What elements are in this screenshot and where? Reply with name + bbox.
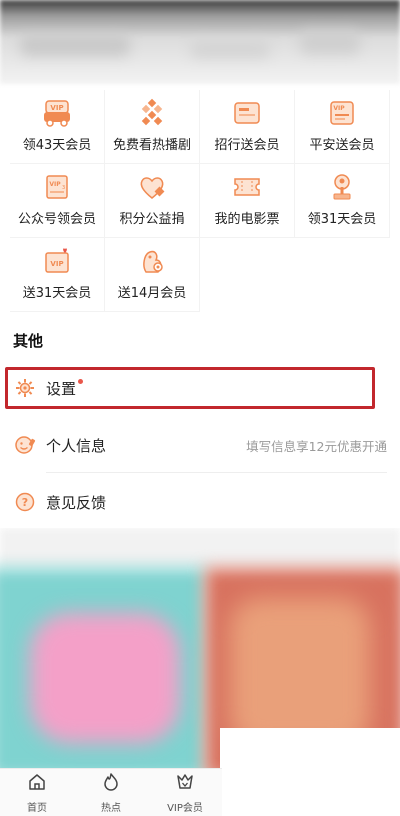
blank-area — [222, 770, 400, 816]
tab-label: VIP会员 — [167, 803, 203, 814]
bottom-tab-bar: 首页 热点 VIP会员 — [0, 768, 222, 816]
flame-icon — [101, 772, 121, 796]
vip-heart-icon: VIP — [40, 246, 74, 276]
tab-label: 首页 — [27, 803, 47, 814]
svg-text:VIP: VIP — [50, 104, 63, 112]
vip-card-icon: VIP — [325, 98, 359, 128]
benefit-item[interactable]: 免费看热播剧 — [105, 90, 200, 164]
benefit-item[interactable]: VIP 送31天会员 — [10, 238, 105, 312]
diamond-pattern-icon — [135, 98, 169, 128]
benefit-item[interactable]: 招行送会员 — [200, 90, 295, 164]
profile-face-icon — [14, 434, 36, 456]
svg-text:VIP: VIP — [50, 260, 63, 268]
page: VIP 领43天会员 免费看热播剧 招行送会员 VIP 平安送会员 VIP 3 … — [0, 0, 400, 816]
benefit-item[interactable]: VIP 3 公众号领会员 — [10, 164, 105, 238]
empty-cell — [295, 238, 390, 312]
benefit-item[interactable]: 积分公益捐 — [105, 164, 200, 238]
highlight-box — [5, 367, 375, 409]
svg-text:VIP: VIP — [49, 181, 61, 188]
blurred-content — [0, 528, 400, 770]
divider — [46, 472, 387, 473]
gift-tree-icon — [325, 172, 359, 202]
benefit-item[interactable]: 送14月会员 — [105, 238, 200, 312]
tab-hot[interactable]: 热点 — [74, 769, 148, 816]
feedback-label: 意见反馈 — [46, 493, 107, 512]
help-question-icon: ? — [14, 491, 36, 513]
benefit-item[interactable]: 我的电影票 — [200, 164, 295, 238]
vip-crown-icon — [175, 772, 195, 796]
heart-icon — [135, 172, 169, 202]
benefit-label: 平安送会员 — [309, 138, 375, 153]
benefit-label: 招行送会员 — [214, 138, 280, 153]
benefit-label: 送31天会员 — [22, 286, 92, 301]
benefit-item[interactable]: 领31天会员 — [295, 164, 390, 238]
feedback-row[interactable]: ? 意见反馈 — [0, 474, 400, 530]
tab-label: 热点 — [101, 803, 121, 814]
benefits-grid: VIP 领43天会员 免费看热播剧 招行送会员 VIP 平安送会员 VIP 3 … — [10, 90, 390, 312]
svg-text:3: 3 — [62, 185, 65, 191]
movie-ticket-icon — [230, 172, 264, 202]
home-icon — [27, 772, 47, 796]
profile-row[interactable]: 个人信息 填写信息享12元优惠开通 — [0, 417, 400, 473]
mascot-icon — [135, 246, 169, 276]
benefit-item[interactable]: VIP 领43天会员 — [10, 90, 105, 164]
tab-vip[interactable]: VIP会员 — [148, 769, 222, 816]
blurred-banner — [0, 0, 400, 84]
benefit-label: 公众号领会员 — [17, 212, 96, 227]
benefit-label: 领31天会员 — [307, 212, 377, 227]
benefit-label: 我的电影票 — [214, 212, 280, 227]
section-title-other: 其他 — [13, 332, 44, 350]
benefit-label: 免费看热播剧 — [112, 138, 191, 153]
benefit-label: 送14月会员 — [117, 286, 187, 301]
card-icon — [230, 98, 264, 128]
empty-cell — [200, 238, 295, 312]
benefit-item[interactable]: VIP 平安送会员 — [295, 90, 390, 164]
tab-home[interactable]: 首页 — [0, 769, 74, 816]
profile-label: 个人信息 — [46, 436, 107, 455]
svg-text:VIP: VIP — [333, 105, 345, 112]
benefit-label: 积分公益捐 — [119, 212, 185, 227]
profile-hint: 填写信息享12元优惠开通 — [246, 438, 387, 454]
svg-text:?: ? — [22, 496, 28, 509]
vip-car-icon: VIP — [40, 98, 74, 128]
vip-ticket-icon: VIP 3 — [40, 172, 74, 202]
benefit-label: 领43天会员 — [22, 138, 92, 153]
